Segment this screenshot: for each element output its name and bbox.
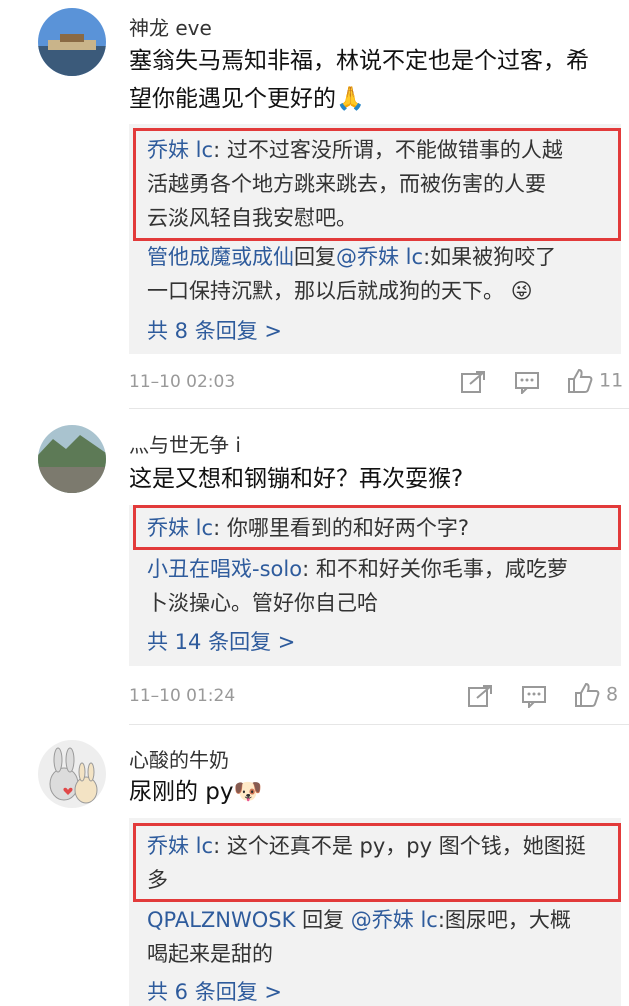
reply-line: 卜淡操心。管好你自己哈	[147, 591, 378, 615]
username[interactable]: 神龙 eve	[129, 12, 212, 41]
comment-content: 塞翁失马焉知非福，林说不定也是个过客，希 望你能遇见个更好的🙏	[129, 42, 621, 118]
reply-word: 回复	[294, 245, 336, 269]
reply-line: 一口保持沉默，那以后就成狗的天下。	[147, 279, 504, 303]
reply-box[interactable]: 乔妹 lc: 这个还真不是 py，py 图个钱，她图挺 多 QPALZNWOSK…	[129, 818, 621, 1006]
more-replies-link[interactable]: 共 8 条回复 >	[147, 315, 282, 345]
content-line: 尿刚的 py	[129, 779, 234, 805]
timestamp: 11–10 02:03	[129, 372, 236, 392]
comment-content: 这是又想和钢镚和好？再次耍猴?	[129, 460, 621, 498]
reply-line: 图尿吧，大概	[444, 908, 571, 932]
comment-icon[interactable]	[521, 684, 547, 713]
dog-emoji-icon: 🐶	[233, 779, 263, 805]
content-line: 塞翁失马焉知非福，林说不定也是个过客，希	[129, 48, 589, 74]
reply-author[interactable]: 乔妹 lc	[147, 516, 213, 540]
reply-item[interactable]: 乔妹 lc: 过不过客没所谓，不能做错事的人越 活越勇各个地方跳来跳去，而被伤害…	[147, 133, 617, 235]
reply-item[interactable]: 乔妹 lc: 你哪里看到的和好两个字?	[147, 511, 617, 545]
tongue-emoji-icon: 😜	[510, 279, 533, 303]
divider	[129, 408, 629, 409]
reply-word: 回复	[302, 908, 345, 932]
reply-author[interactable]: 小丑在唱戏-solo	[147, 557, 302, 581]
like-button[interactable]: 8	[574, 682, 618, 708]
mention-link[interactable]: @乔妹 lc	[336, 245, 423, 269]
like-count: 11	[599, 369, 624, 392]
reply-item[interactable]: 乔妹 lc: 这个还真不是 py，py 图个钱，她图挺 多	[147, 829, 617, 897]
more-replies-link[interactable]: 共 14 条回复 >	[147, 626, 295, 656]
reply-item[interactable]: 管他成魔或成仙回复@乔妹 lc:如果被狗咬了 一口保持沉默，那以后就成狗的天下。…	[147, 240, 617, 308]
reply-line: 你哪里看到的和好两个字?	[226, 516, 469, 540]
reply-item[interactable]: 小丑在唱戏-solo: 和不和好关你毛事，咸吃萝 卜淡操心。管好你自己哈	[147, 552, 617, 620]
avatar[interactable]	[38, 740, 106, 808]
like-button[interactable]: 11	[567, 368, 623, 394]
username[interactable]: 灬与世无争 i	[129, 429, 241, 458]
reply-line: 这个还真不是 py，py 图个钱，她图挺	[226, 834, 586, 858]
share-icon[interactable]	[467, 684, 493, 713]
more-replies-link[interactable]: 共 6 条回复 >	[147, 976, 282, 1006]
comment-content: 尿刚的 py🐶	[129, 773, 621, 811]
reply-author[interactable]: 乔妹 lc	[147, 834, 213, 858]
timestamp: 11–10 01:24	[129, 686, 236, 706]
reply-author[interactable]: QPALZNWOSK	[147, 908, 295, 932]
thumbs-up-icon	[575, 682, 600, 707]
content-line: 这是又想和钢镚和好？再次耍猴?	[129, 466, 464, 492]
reply-line: 和不和好关你毛事，咸吃萝	[315, 557, 568, 581]
reply-line: 活越勇各个地方跳来跳去，而被伤害的人要	[147, 172, 546, 196]
reply-line: 多	[147, 868, 168, 892]
share-icon[interactable]	[460, 370, 486, 399]
reply-box[interactable]: 乔妹 lc: 过不过客没所谓，不能做错事的人越 活越勇各个地方跳来跳去，而被伤害…	[129, 124, 621, 354]
reply-author[interactable]: 管他成魔或成仙	[147, 245, 294, 269]
reply-line: 喝起来是甜的	[147, 942, 273, 966]
reply-box[interactable]: 乔妹 lc: 你哪里看到的和好两个字? 小丑在唱戏-solo: 和不和好关你毛事…	[129, 505, 621, 666]
content-line: 望你能遇见个更好的	[129, 86, 336, 112]
avatar[interactable]	[38, 8, 106, 76]
comment-icon[interactable]	[514, 370, 540, 399]
username[interactable]: 心酸的牛奶	[129, 744, 229, 773]
pray-emoji-icon: 🙏	[336, 86, 365, 112]
reply-line: 云淡风轻自我安慰吧。	[147, 206, 357, 230]
mention-link[interactable]: @乔妹 lc	[351, 908, 438, 932]
avatar[interactable]	[38, 425, 106, 493]
reply-line: 过不过客没所谓，不能做错事的人越	[226, 138, 563, 162]
thumbs-up-icon	[568, 368, 593, 393]
divider	[129, 724, 629, 725]
reply-item[interactable]: QPALZNWOSK 回复 @乔妹 lc:图尿吧，大概 喝起来是甜的	[147, 903, 617, 971]
like-count: 8	[606, 683, 619, 706]
reply-line: 如果被狗咬了	[430, 245, 557, 269]
reply-author[interactable]: 乔妹 lc	[147, 138, 213, 162]
